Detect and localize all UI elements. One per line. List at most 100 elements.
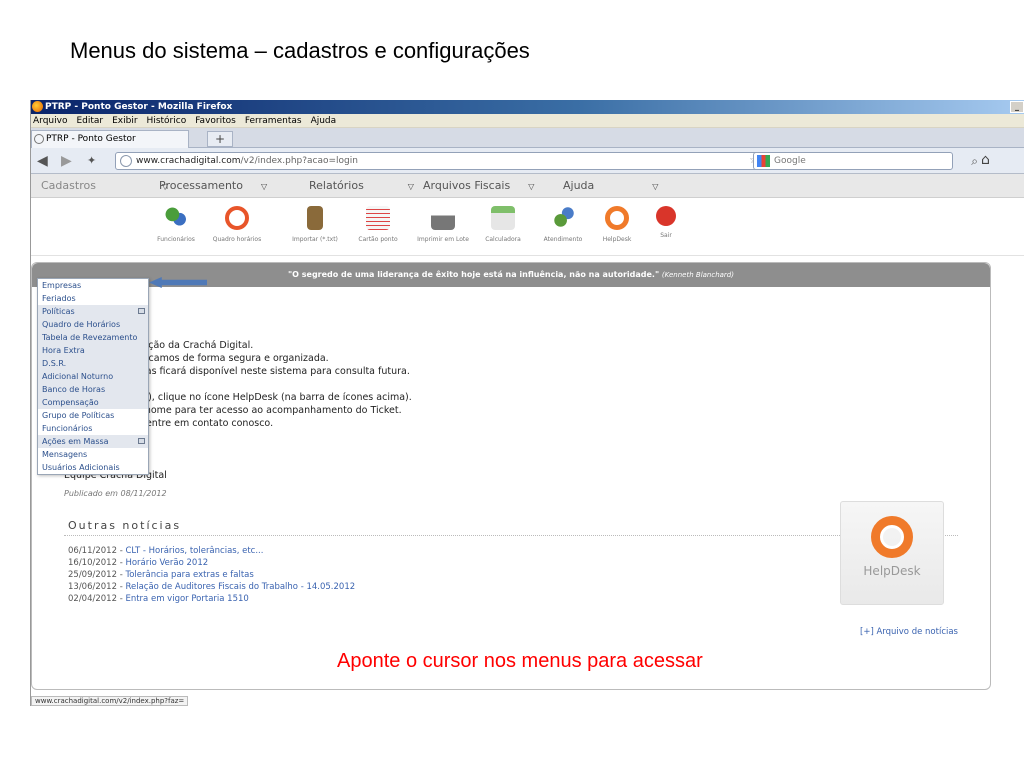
outras-noticias-heading: Outras notícias <box>68 519 182 532</box>
news-link[interactable]: CLT - Horários, tolerâncias, etc... <box>125 546 263 556</box>
menu-arquivos-fiscais-label: Arquivos Fiscais <box>423 179 511 192</box>
published-date: Publicado em 08/11/2012 <box>64 489 167 498</box>
divider <box>64 535 958 536</box>
lifebuoy-icon <box>605 206 629 230</box>
menu-ajuda[interactable]: Ajuda <box>311 114 337 127</box>
url-path: /v2/index.php?acao=login <box>240 156 358 166</box>
calculator-icon <box>491 206 515 230</box>
submenu-icon <box>138 308 145 314</box>
news-link[interactable]: Entra em vigor Portaria 1510 <box>125 594 248 604</box>
menu-ajuda-sistema[interactable]: Ajuda ▽ <box>563 179 658 192</box>
dropdown-item-hora-extra[interactable]: Hora Extra <box>38 344 148 357</box>
window-title: PTRP - Ponto Gestor - Mozilla Firefox <box>45 102 233 112</box>
lifebuoy-icon <box>871 516 913 558</box>
navigation-bar: ◀ ▶ ✦ www.crachadigital.com/v2/index.php… <box>31 148 1024 174</box>
tool-funcionarios[interactable]: Funcionários <box>151 206 201 243</box>
dropdown-item-adicional-noturno[interactable]: Adicional Noturno <box>38 370 148 383</box>
news-link[interactable]: Horário Verão 2012 <box>125 558 208 568</box>
menu-ferramentas[interactable]: Ferramentas <box>245 114 302 127</box>
menu-relatorios-label: Relatórios <box>309 179 364 192</box>
news-date: 06/11/2012 - <box>68 546 126 556</box>
news-list: 06/11/2012 - CLT - Horários, tolerâncias… <box>68 545 355 605</box>
news-archive-link[interactable]: [+] Arquivo de notícias <box>860 627 958 637</box>
box-icon <box>307 206 323 230</box>
support-users-icon <box>551 206 575 230</box>
window-titlebar: PTRP - Ponto Gestor - Mozilla Firefox _ <box>31 100 1024 114</box>
dropdown-item-quadro-horarios[interactable]: Quadro de Horários <box>38 318 148 331</box>
users-icon <box>164 206 188 230</box>
slide-title: Menus do sistema – cadastros e configura… <box>70 38 530 63</box>
chevron-down-icon: ▽ <box>260 182 268 191</box>
dropdown-item-politicas[interactable]: Políticas <box>38 305 148 318</box>
news-item: 06/11/2012 - CLT - Horários, tolerâncias… <box>68 545 355 557</box>
quote-text: "O segredo de uma liderança de êxito hoj… <box>288 270 660 279</box>
dropdown-item-banco-horas[interactable]: Banco de Horas <box>38 383 148 396</box>
dropdown-item-acoes-massa[interactable]: Ações em Massa <box>38 435 148 448</box>
chevron-down-icon: ▽ <box>407 182 414 191</box>
chevron-down-icon: ▽ <box>652 182 659 191</box>
menu-historico[interactable]: Histórico <box>147 114 187 127</box>
menu-favoritos[interactable]: Favoritos <box>195 114 236 127</box>
tool-sair[interactable]: Sair <box>651 206 681 239</box>
printer-icon <box>431 206 455 230</box>
url-bar[interactable]: www.crachadigital.com/v2/index.php?acao=… <box>115 152 783 170</box>
search-placeholder: Google <box>774 156 806 166</box>
search-icon[interactable]: ⌕ <box>971 153 978 169</box>
menu-cadastros[interactable]: Cadastros ▽ <box>41 179 168 192</box>
power-icon <box>656 206 676 226</box>
tool-helpdesk[interactable]: HelpDesk <box>597 206 637 243</box>
news-date: 13/06/2012 - <box>68 582 126 592</box>
tool-importar[interactable]: Importar (*.txt) <box>285 206 345 243</box>
status-bar: www.crachadigital.com/v2/index.php?faz= <box>31 696 189 706</box>
dropdown-item-dsr[interactable]: D.S.R. <box>38 357 148 370</box>
url-domain: www.crachadigital.com <box>136 156 241 166</box>
dropdown-item-empresas[interactable]: Empresas <box>38 279 148 292</box>
news-item: 25/09/2012 - Tolerância para extras e fa… <box>68 569 355 581</box>
tab-label: PTRP - Ponto Gestor <box>46 134 136 144</box>
dropdown-item-grupo-politicas[interactable]: Grupo de Políticas <box>38 409 148 422</box>
search-bar[interactable]: Google ⌕ <box>753 152 978 170</box>
browser-tab[interactable]: PTRP - Ponto Gestor <box>31 130 189 148</box>
news-link[interactable]: Relação de Auditores Fiscais do Trabalho… <box>125 582 355 592</box>
news-link[interactable]: Tolerância para extras e faltas <box>125 570 253 580</box>
menu-arquivos-fiscais[interactable]: Arquivos Fiscais ▽ <box>423 179 534 192</box>
tool-atendimento[interactable]: Atendimento <box>537 206 589 243</box>
menu-processamento[interactable]: Processamento ▽ <box>159 179 267 192</box>
dropdown-item-tabela-revezamento[interactable]: Tabela de Revezamento <box>38 331 148 344</box>
quote-author: (Kenneth Blanchard) <box>661 271 734 279</box>
dropdown-item-compensacao[interactable]: Compensação <box>38 396 148 409</box>
dropdown-item-usuarios-adicionais[interactable]: Usuários Adicionais <box>38 461 148 474</box>
google-engine-icon[interactable] <box>757 155 770 167</box>
tool-label: Cartão ponto <box>358 236 398 243</box>
menu-arquivo[interactable]: Arquivo <box>33 114 67 127</box>
new-tab-button[interactable]: + <box>207 131 233 147</box>
news-date: 02/04/2012 - <box>68 594 126 604</box>
home-icon[interactable]: ⌂ <box>981 152 990 168</box>
menu-relatorios[interactable]: Relatórios ▽ <box>309 179 414 192</box>
identity-icon[interactable]: ✦ <box>87 153 96 169</box>
back-arrow-icon[interactable]: ◀ <box>37 153 48 169</box>
tool-calculadora[interactable]: Calculadora <box>483 206 523 243</box>
news-date: 25/09/2012 - <box>68 570 126 580</box>
menu-processamento-label: Processamento <box>159 179 243 192</box>
tool-label: Quadro horários <box>212 236 262 243</box>
dropdown-item-funcionarios[interactable]: Funcionários <box>38 422 148 435</box>
helpdesk-card[interactable]: HelpDesk <box>840 501 944 605</box>
minimize-icon[interactable]: _ <box>1010 101 1024 113</box>
slide-caption: Aponte o cursor nos menus para acessar <box>337 650 703 672</box>
tool-quadro-horarios[interactable]: Quadro horários <box>207 206 267 243</box>
forward-arrow-icon[interactable]: ▶ <box>61 153 72 169</box>
tool-cartao-ponto[interactable]: Cartão ponto <box>353 206 403 243</box>
tool-label: HelpDesk <box>602 236 632 243</box>
dropdown-item-label: Ações em Massa <box>42 437 109 446</box>
tool-label: Importar (*.txt) <box>292 236 338 243</box>
menu-exibir[interactable]: Exibir <box>112 114 137 127</box>
firefox-logo-icon <box>32 101 43 112</box>
tool-label: Atendimento <box>543 236 583 243</box>
browser-screenshot: PTRP - Ponto Gestor - Mozilla Firefox _ … <box>30 100 1024 706</box>
dropdown-item-mensagens[interactable]: Mensagens <box>38 448 148 461</box>
menu-editar[interactable]: Editar <box>76 114 103 127</box>
dropdown-item-feriados[interactable]: Feriados <box>38 292 148 305</box>
web-page: Cadastros ▽ Processamento ▽ Relatórios ▽ Ar… <box>31 174 1024 694</box>
tool-imprimir-lote[interactable]: Imprimir em Lote <box>411 206 475 243</box>
